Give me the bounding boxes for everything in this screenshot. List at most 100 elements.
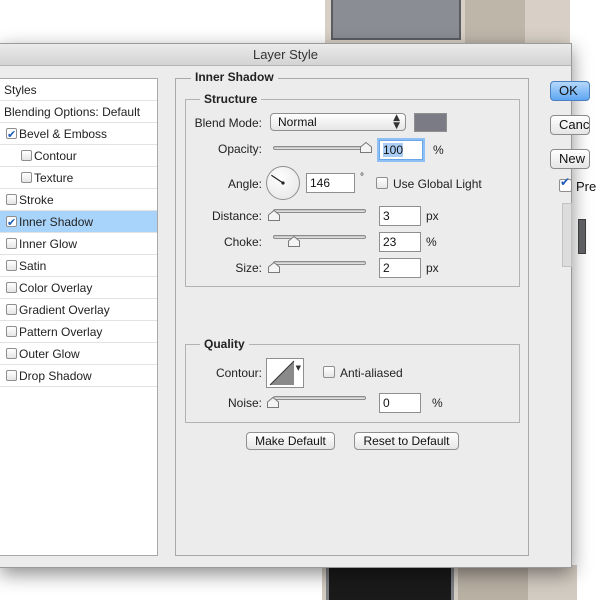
layer-style-dialog: Layer Style Styles Blending Options: Def… [0, 43, 596, 568]
style-item-contour[interactable]: Contour [0, 145, 157, 167]
inner-shadow-panel: Inner Shadow Structure Blend Mode: Norma… [175, 70, 529, 556]
style-item-checkbox[interactable] [6, 212, 17, 234]
style-item-satin[interactable]: Satin [0, 255, 157, 277]
style-item-stroke[interactable]: Stroke [0, 189, 157, 211]
distance-label: Distance: [211, 209, 262, 223]
style-item-label: Contour [34, 149, 77, 163]
structure-title: Structure [200, 92, 262, 106]
noise-label: Noise: [227, 396, 262, 410]
contour-curve-icon [269, 360, 295, 386]
section-title: Inner Shadow [191, 70, 278, 84]
styles-header-label: Styles [4, 83, 37, 97]
make-default-button[interactable]: Make Default [246, 432, 335, 450]
choke-slider[interactable] [273, 235, 366, 239]
new-style-button[interactable]: New Style... [550, 149, 590, 169]
quality-title: Quality [200, 337, 249, 351]
distance-input[interactable]: 3 [379, 206, 421, 226]
distance-slider-thumb[interactable] [267, 210, 280, 221]
style-item-checkbox[interactable] [21, 172, 32, 183]
style-item-checkbox[interactable] [6, 282, 17, 293]
canvas-artwork-bottom [322, 565, 577, 600]
style-item-label: Stroke [19, 193, 54, 207]
style-item-checkbox[interactable] [6, 348, 17, 359]
style-item-checkbox[interactable] [21, 150, 32, 161]
style-item-label: Color Overlay [19, 281, 93, 295]
noise-value: 0 [383, 396, 390, 410]
shadow-color-swatch[interactable] [414, 113, 447, 132]
style-item-label: Texture [34, 171, 74, 185]
style-item-checkbox[interactable] [6, 194, 17, 205]
choke-slider-thumb[interactable] [288, 236, 301, 247]
style-item-pattern-overlay[interactable]: Pattern Overlay [0, 321, 157, 343]
style-item-bevel-emboss[interactable]: Bevel & Emboss [0, 123, 157, 146]
noise-slider[interactable] [273, 396, 366, 400]
style-item-checkbox[interactable] [6, 326, 17, 337]
style-item-checkbox[interactable] [6, 238, 17, 249]
angle-unit: ° [360, 172, 364, 183]
angle-value: 146 [310, 176, 331, 190]
opacity-slider[interactable] [273, 146, 366, 150]
angle-dial[interactable] [266, 166, 300, 200]
style-item-checkbox[interactable] [6, 370, 17, 381]
style-item-checkbox[interactable] [6, 124, 17, 146]
noise-slider-thumb[interactable] [267, 397, 279, 408]
size-slider[interactable] [273, 261, 366, 265]
quality-group: Quality Contour: ▼ Anti-aliased Noise: 0… [185, 337, 520, 423]
anti-aliased-checkbox[interactable] [323, 366, 335, 378]
opacity-slider-thumb[interactable] [360, 142, 372, 153]
style-item-label: Inner Glow [19, 237, 78, 251]
distance-unit: px [426, 209, 439, 223]
blend-mode-label: Blend Mode: [194, 116, 262, 130]
style-preview-swatch [578, 219, 586, 254]
opacity-value: 100 [383, 143, 404, 157]
styles-list: Styles Blending Options: Default Bevel &… [0, 78, 158, 556]
style-item-drop-shadow[interactable]: Drop Shadow [0, 365, 157, 387]
choke-value: 23 [383, 235, 397, 249]
reset-to-default-button[interactable]: Reset to Default [354, 432, 459, 450]
style-item-color-overlay[interactable]: Color Overlay [0, 277, 157, 299]
contour-dropdown-icon: ▼ [295, 364, 301, 372]
cancel-button[interactable]: Cancel [550, 115, 590, 135]
style-item-checkbox[interactable] [6, 260, 17, 271]
style-item-label: Inner Shadow [19, 215, 94, 229]
distance-slider[interactable] [273, 209, 366, 213]
opacity-label: Opacity: [217, 142, 262, 156]
size-input[interactable]: 2 [379, 258, 421, 278]
choke-label: Choke: [223, 235, 262, 249]
angle-label: Angle: [227, 177, 262, 191]
ok-button[interactable]: OK [550, 81, 590, 101]
style-item-texture[interactable]: Texture [0, 167, 157, 189]
blend-mode-select[interactable]: Normal ▲ ▼ [270, 113, 406, 131]
size-slider-thumb[interactable] [267, 262, 280, 273]
style-item-outer-glow[interactable]: Outer Glow [0, 343, 157, 365]
opacity-input[interactable]: 100 [379, 140, 423, 160]
styles-header[interactable]: Styles [0, 79, 157, 101]
style-item-label: Drop Shadow [19, 369, 92, 383]
window-title: Layer Style [0, 44, 571, 66]
style-item-inner-shadow[interactable]: Inner Shadow [0, 211, 157, 234]
opacity-unit: % [433, 143, 444, 157]
blending-options-item[interactable]: Blending Options: Default [0, 101, 157, 123]
style-item-inner-glow[interactable]: Inner Glow [0, 233, 157, 255]
anti-aliased-label: Anti-aliased [340, 366, 403, 380]
blending-options-label: Blending Options: Default [4, 105, 141, 119]
style-item-checkbox[interactable] [6, 304, 17, 315]
checkmark-icon: ✔ [560, 175, 571, 189]
preview-checkbox[interactable]: ✔ [559, 175, 572, 192]
blend-mode-value: Normal [278, 115, 317, 129]
angle-input[interactable]: 146 [306, 173, 355, 193]
choke-input[interactable]: 23 [379, 232, 421, 252]
style-item-label: Gradient Overlay [19, 303, 110, 317]
preview-label: Preview [576, 179, 596, 194]
style-item-label: Outer Glow [19, 347, 80, 361]
use-global-light-checkbox[interactable] [376, 177, 388, 189]
style-preview-thumbnail [562, 203, 572, 267]
contour-label: Contour: [215, 366, 262, 380]
style-item-gradient-overlay[interactable]: Gradient Overlay [0, 299, 157, 321]
noise-input[interactable]: 0 [379, 393, 421, 413]
contour-picker[interactable]: ▼ [266, 358, 304, 388]
select-arrows-icon: ▲ ▼ [393, 113, 400, 131]
noise-unit: % [432, 396, 443, 410]
canvas-artwork-top [325, 0, 570, 44]
style-item-label: Satin [19, 259, 47, 273]
